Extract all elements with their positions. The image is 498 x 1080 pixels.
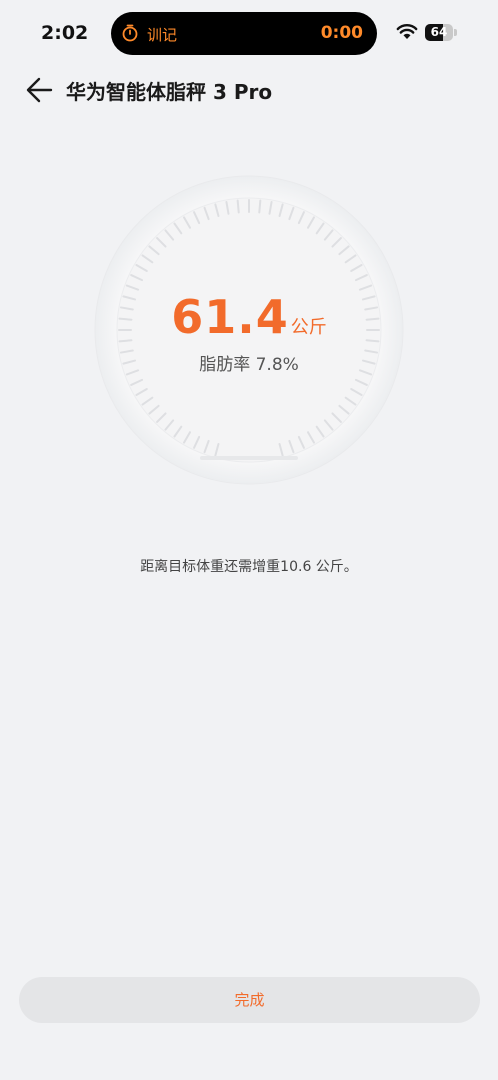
weight-dial: 61.4 公斤 脂肪率 7.8% [94, 175, 404, 485]
dial-tick [236, 199, 240, 214]
wifi-icon [396, 24, 418, 39]
dial-tick [258, 199, 262, 214]
body-fat-readout: 脂肪率 7.8% [199, 355, 299, 375]
timer-icon [122, 24, 138, 42]
weight-readout: 61.4 公斤 [94, 290, 404, 344]
activity-label: 训记 [147, 26, 178, 44]
activity-timer: 0:00 [320, 23, 363, 43]
status-time: 2:02 [41, 22, 89, 44]
back-arrow-icon[interactable] [24, 74, 56, 106]
battery-cap [454, 29, 457, 36]
weight-unit: 公斤 [290, 317, 327, 338]
status-bar: 2:02 训记 0:00 64 [0, 0, 498, 68]
goal-message: 距离目标体重还需增重10.6 公斤。 [140, 559, 358, 575]
dial-indicator [200, 456, 298, 460]
page-title: 华为智能体脂秤 3 Pro [66, 80, 273, 104]
live-activity-pill[interactable]: 训记 0:00 [111, 12, 377, 55]
app-header: 华为智能体脂秤 3 Pro [0, 68, 498, 114]
battery-icon: 64 [425, 24, 457, 41]
done-button[interactable]: 完成 [19, 977, 480, 1023]
weight-value: 61.4 [171, 290, 289, 344]
battery-body: 64 [425, 24, 453, 41]
battery-level: 64 [430, 25, 448, 39]
